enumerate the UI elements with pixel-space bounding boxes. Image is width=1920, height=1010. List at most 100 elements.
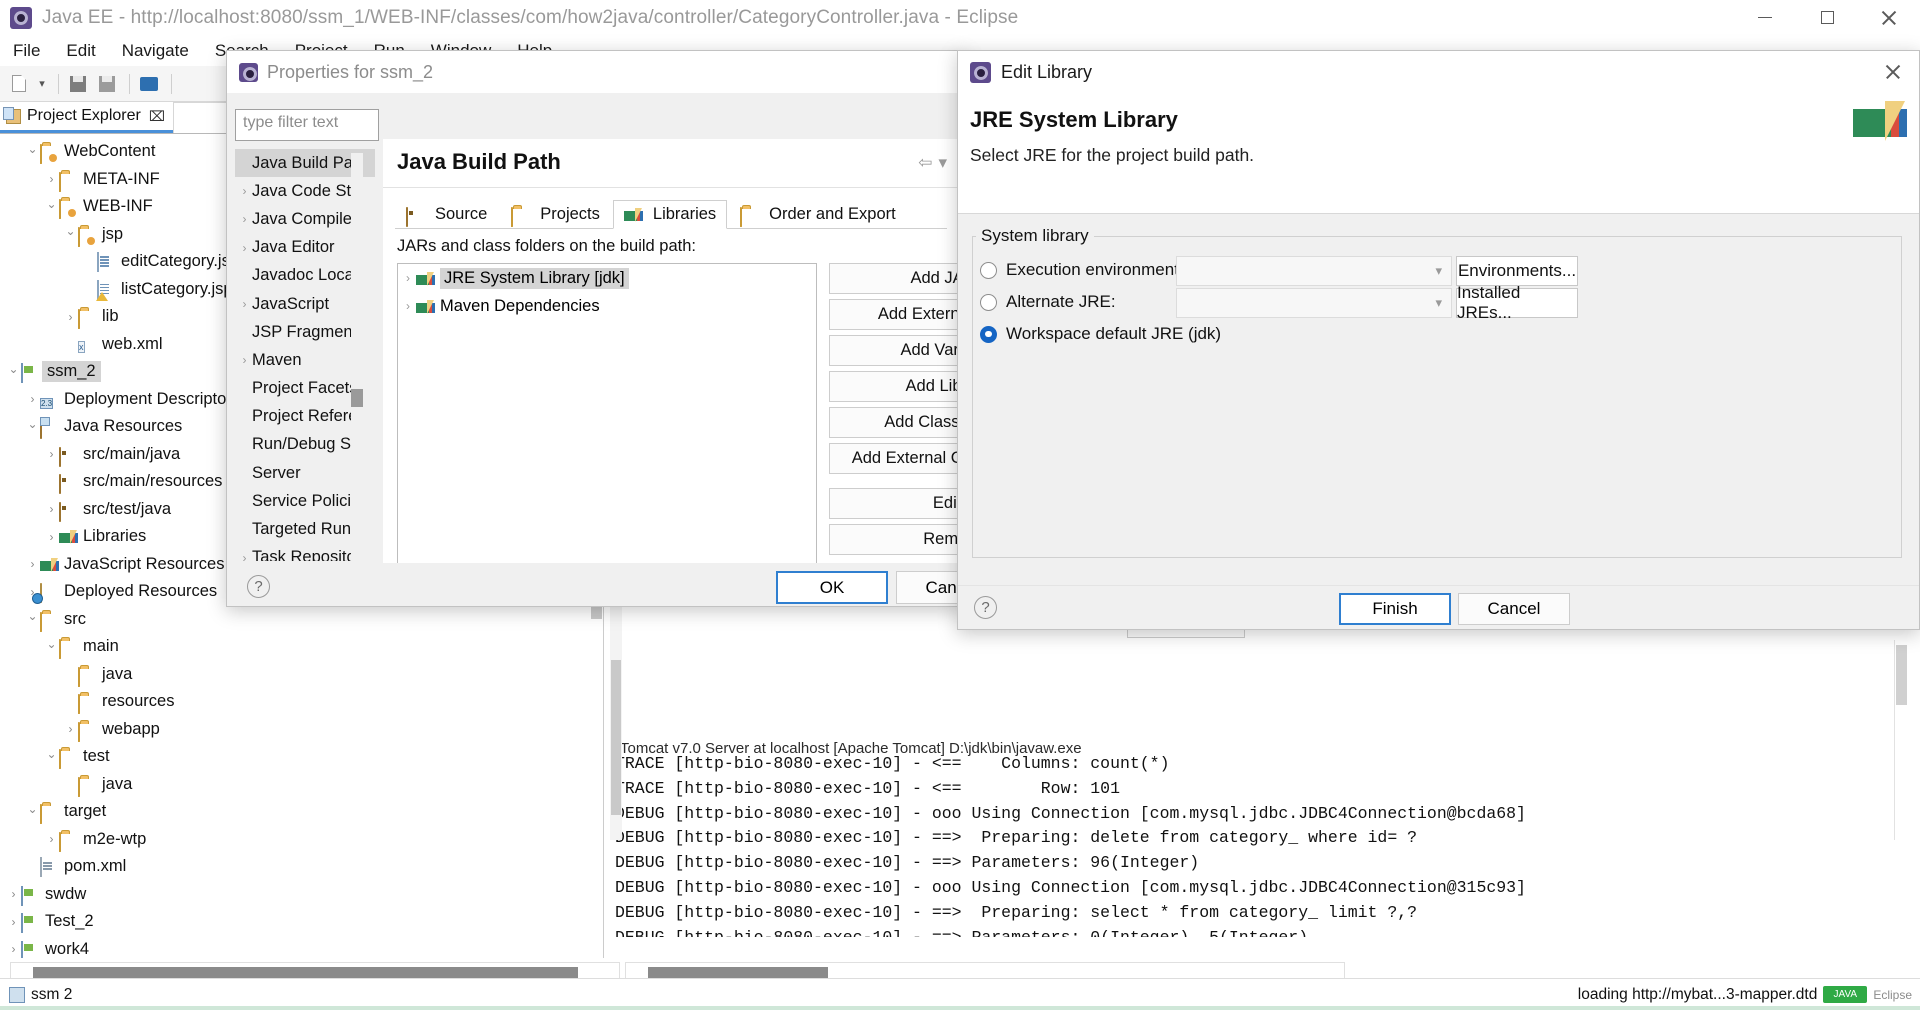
chevron-down-icon[interactable]: ▾ bbox=[1435, 263, 1442, 279]
build-path-tabstrip[interactable]: Source Projects Libraries Order and Export bbox=[395, 199, 907, 229]
chevron-right-icon[interactable] bbox=[6, 942, 21, 956]
radio-icon[interactable] bbox=[980, 293, 997, 311]
chevron-right-icon[interactable] bbox=[44, 530, 59, 544]
back-icon[interactable]: ⇦ bbox=[918, 153, 932, 173]
close-button[interactable] bbox=[1858, 0, 1920, 36]
chevron-right-icon[interactable]: › bbox=[237, 212, 252, 226]
project-icon bbox=[21, 940, 40, 958]
properties-minimize-button[interactable] bbox=[861, 51, 913, 93]
filter-input[interactable]: type filter text bbox=[235, 109, 379, 141]
xml-file-icon: x bbox=[78, 340, 85, 353]
radio-execution-environment[interactable]: Execution environment: bbox=[980, 260, 1184, 280]
tree-item-test-2[interactable]: Test_2 bbox=[0, 908, 603, 936]
installed-jres-button[interactable]: Installed JREs... bbox=[1456, 283, 1578, 322]
chevron-down-icon[interactable] bbox=[25, 420, 40, 434]
edit-library-close-button[interactable] bbox=[1867, 51, 1919, 93]
tree-item-resources[interactable]: resources bbox=[0, 688, 603, 716]
chevron-right-icon[interactable] bbox=[63, 310, 78, 324]
tree-item-main[interactable]: main bbox=[0, 633, 603, 661]
project-icon bbox=[21, 913, 40, 934]
chevron-right-icon[interactable]: › bbox=[237, 551, 252, 561]
alternate-jre-combo[interactable]: ▾ bbox=[1176, 288, 1452, 318]
tree-item-webapp[interactable]: webapp bbox=[0, 716, 603, 744]
properties-tree-vscrollbar[interactable] bbox=[351, 153, 363, 561]
chevron-right-icon[interactable]: › bbox=[237, 353, 252, 367]
tab-label: Order and Export bbox=[769, 205, 896, 223]
radio-icon[interactable] bbox=[980, 261, 997, 279]
tree-item-label: webapp bbox=[102, 719, 160, 738]
chevron-right-icon[interactable]: › bbox=[237, 297, 252, 311]
chevron-down-icon[interactable]: ▾ bbox=[938, 153, 947, 173]
chevron-right-icon[interactable] bbox=[44, 832, 59, 846]
ok-button[interactable]: OK bbox=[776, 571, 888, 604]
chevron-right-icon[interactable] bbox=[25, 557, 40, 571]
chevron-down-icon[interactable] bbox=[44, 200, 59, 214]
buildpath-row[interactable]: › JRE System Library [jdk] bbox=[398, 264, 816, 292]
properties-item-label: Java Compiler bbox=[252, 209, 358, 228]
tab-order-and-export[interactable]: Order and Export bbox=[729, 200, 907, 229]
tab-projects[interactable]: Projects bbox=[500, 200, 611, 229]
chevron-down-icon[interactable] bbox=[44, 640, 59, 654]
tree-item-pom-xml[interactable]: pom.xml bbox=[0, 853, 603, 881]
chevron-down-icon[interactable] bbox=[63, 227, 78, 241]
tree-item-target[interactable]: target bbox=[0, 798, 603, 826]
close-icon[interactable]: ⌧ bbox=[149, 108, 165, 125]
chevron-right-icon[interactable] bbox=[25, 392, 40, 406]
chevron-down-icon[interactable]: ▾ bbox=[35, 71, 49, 97]
tree-item-m2e-wtp[interactable]: m2e-wtp bbox=[0, 826, 603, 854]
chevron-right-icon[interactable]: › bbox=[237, 241, 252, 255]
chevron-right-icon[interactable] bbox=[44, 447, 59, 461]
tree-item-test[interactable]: test bbox=[0, 743, 603, 771]
properties-tree-vscroll-thumb[interactable] bbox=[351, 389, 363, 407]
chevron-right-icon[interactable] bbox=[63, 722, 78, 736]
chevron-right-icon[interactable] bbox=[6, 887, 21, 901]
folder-icon bbox=[78, 776, 97, 797]
radio-icon[interactable] bbox=[980, 325, 997, 343]
chevron-down-icon[interactable] bbox=[44, 750, 59, 764]
chevron-down-icon[interactable] bbox=[25, 145, 40, 159]
chevron-down-icon[interactable] bbox=[25, 612, 40, 626]
chevron-right-icon[interactable] bbox=[44, 502, 59, 516]
tree-item-java[interactable]: java bbox=[0, 661, 603, 689]
tab-source[interactable]: Source bbox=[395, 200, 498, 229]
edit-library-minimize-button[interactable] bbox=[1763, 51, 1815, 93]
help-icon[interactable]: ? bbox=[974, 596, 997, 619]
radio-alternate-jre[interactable]: Alternate JRE: bbox=[980, 292, 1116, 312]
chevron-right-icon[interactable] bbox=[6, 915, 21, 929]
minimize-button[interactable] bbox=[1734, 0, 1796, 36]
chevron-down-icon[interactable]: ▾ bbox=[1435, 295, 1442, 311]
open-perspective-icon[interactable] bbox=[136, 71, 162, 97]
tab-libraries[interactable]: Libraries bbox=[612, 200, 728, 229]
buildpath-row[interactable]: › Maven Dependencies bbox=[398, 292, 816, 320]
restore-button[interactable] bbox=[1796, 0, 1858, 36]
tree-item-java[interactable]: java bbox=[0, 771, 603, 799]
tab-project-explorer[interactable]: Project Explorer ⌧ bbox=[0, 102, 173, 133]
menu-file[interactable]: File bbox=[0, 36, 53, 66]
chevron-right-icon[interactable]: › bbox=[237, 184, 252, 198]
console-vscroll-thumb[interactable] bbox=[1896, 645, 1907, 705]
menu-navigate[interactable]: Navigate bbox=[109, 36, 202, 66]
tree-item-src[interactable]: src bbox=[0, 606, 603, 634]
properties-item-label: Maven bbox=[252, 350, 302, 369]
chevron-right-icon[interactable]: › bbox=[400, 299, 416, 313]
execution-environment-combo[interactable]: ▾ bbox=[1176, 256, 1452, 286]
edit-library-restore-button[interactable] bbox=[1815, 51, 1867, 93]
finish-button[interactable]: Finish bbox=[1339, 593, 1451, 625]
chevron-down-icon[interactable] bbox=[25, 805, 40, 819]
chevron-right-icon[interactable] bbox=[44, 172, 59, 186]
editor-vscroll-thumb[interactable] bbox=[611, 660, 621, 815]
cancel-button[interactable]: Cancel bbox=[1458, 593, 1570, 625]
build-path-list[interactable]: › JRE System Library [jdk] › Maven Dependen… bbox=[397, 263, 817, 593]
save-all-icon[interactable] bbox=[94, 71, 120, 97]
radio-workspace-default-jre[interactable]: Workspace default JRE (jdk) bbox=[980, 324, 1221, 344]
chevron-right-icon[interactable]: › bbox=[400, 271, 416, 285]
chevron-down-icon[interactable] bbox=[6, 365, 21, 379]
save-icon[interactable] bbox=[65, 71, 91, 97]
new-wizard-icon[interactable] bbox=[6, 71, 32, 97]
tree-item-work4[interactable]: work4 bbox=[0, 936, 603, 958]
help-icon[interactable]: ? bbox=[247, 575, 270, 598]
environments-button[interactable]: Environments... bbox=[1456, 256, 1578, 286]
tree-item-label: JavaScript Resources bbox=[64, 554, 225, 573]
menu-edit[interactable]: Edit bbox=[53, 36, 108, 66]
tree-item-swdw[interactable]: swdw bbox=[0, 881, 603, 909]
